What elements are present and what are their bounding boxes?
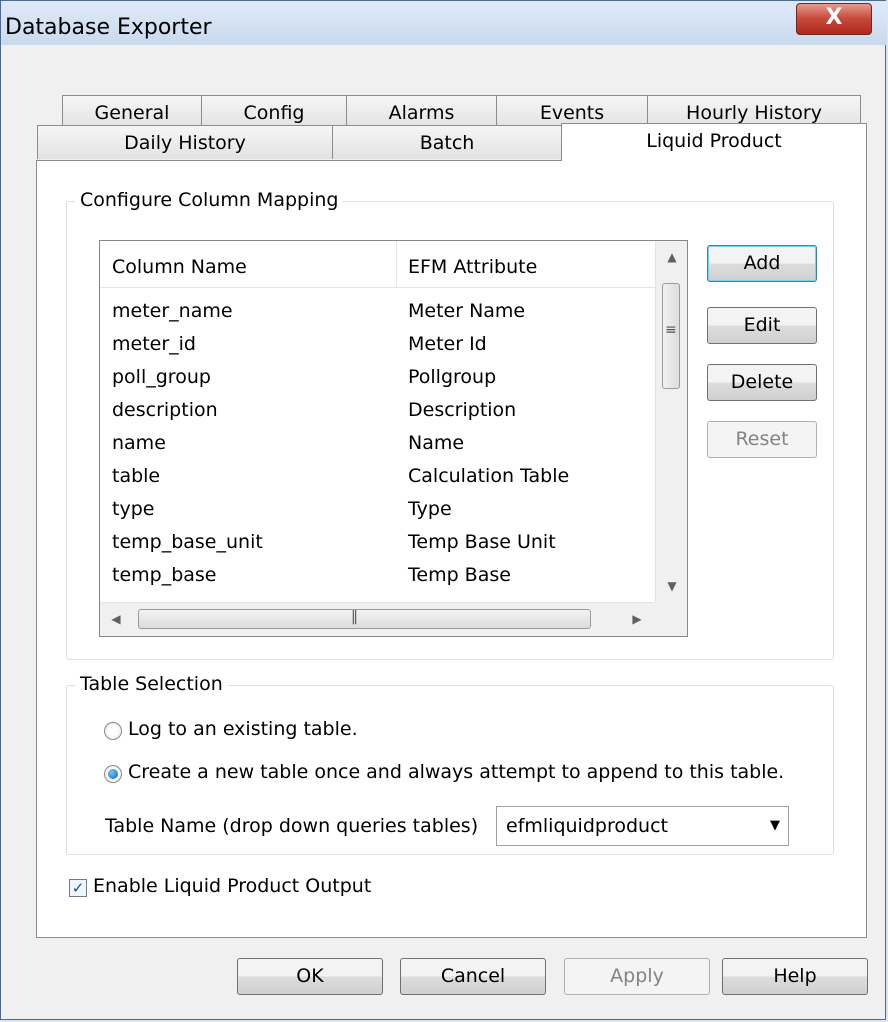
window-title: Database Exporter: [5, 15, 212, 40]
table-name-label: Table Name (drop down queries tables): [105, 815, 479, 837]
tab-batch[interactable]: Batch: [332, 125, 562, 159]
enable-output-checkbox[interactable]: ✓: [69, 879, 87, 897]
scrollbar-corner: [655, 602, 687, 636]
table-row[interactable]: name Name: [100, 427, 655, 460]
table-row[interactable]: type Type: [100, 493, 655, 526]
table-name-combobox[interactable]: efmliquidproduct ▼: [496, 806, 789, 846]
tab-daily-history[interactable]: Daily History: [37, 125, 333, 159]
cell-efm-attribute: Description: [408, 399, 517, 421]
cell-efm-attribute: Temp Base: [408, 564, 511, 586]
delete-button[interactable]: Delete: [707, 364, 817, 401]
header-column-name[interactable]: Column Name: [100, 241, 247, 287]
radio-create-table[interactable]: [104, 765, 122, 783]
cell-efm-attribute: Meter Name: [408, 300, 526, 322]
scroll-right-arrow-icon[interactable]: ▶: [621, 603, 653, 635]
column-mapping-title: Configure Column Mapping: [75, 189, 344, 211]
horizontal-scroll-thumb[interactable]: ‖: [138, 609, 591, 629]
cell-column-name: table: [112, 465, 161, 487]
dropdown-arrow-icon[interactable]: ▼: [770, 807, 780, 845]
enable-output-label[interactable]: Enable Liquid Product Output: [93, 875, 371, 897]
cancel-button[interactable]: Cancel: [400, 958, 546, 995]
cell-column-name: temp_base: [112, 564, 217, 586]
cell-efm-attribute: Calculation Table: [408, 465, 570, 487]
header-efm-attribute[interactable]: EFM Attribute: [396, 241, 537, 287]
cell-column-name: poll_group: [112, 366, 211, 388]
reset-button[interactable]: Reset: [707, 421, 817, 458]
cell-efm-attribute: Name: [408, 432, 465, 454]
radio-existing-table[interactable]: [104, 722, 122, 740]
tab-config[interactable]: Config: [201, 95, 347, 129]
table-row[interactable]: poll_group Pollgroup: [100, 361, 655, 394]
cell-column-name: description: [112, 399, 218, 421]
cell-column-name: meter_id: [112, 333, 196, 355]
add-button[interactable]: Add: [707, 245, 817, 282]
vertical-scrollbar[interactable]: ▲ ≡ ▼: [655, 241, 687, 602]
table-row[interactable]: description Description: [100, 394, 655, 427]
scroll-up-arrow-icon[interactable]: ▲: [656, 241, 688, 273]
radio-create-table-label[interactable]: Create a new table once and always attem…: [128, 761, 784, 783]
cell-column-name: type: [112, 498, 155, 520]
cell-efm-attribute: Meter Id: [408, 333, 487, 355]
tab-alarms[interactable]: Alarms: [346, 95, 497, 129]
table-row[interactable]: meter_id Meter Id: [100, 328, 655, 361]
apply-button[interactable]: Apply: [564, 958, 710, 995]
cell-efm-attribute: Temp Base Unit: [408, 531, 556, 553]
tab-general[interactable]: General: [62, 95, 202, 129]
scroll-left-arrow-icon[interactable]: ◀: [100, 603, 132, 635]
table-row[interactable]: meter_name Meter Name: [100, 295, 655, 328]
close-button[interactable]: X: [796, 3, 872, 35]
grip-icon: ≡: [665, 322, 677, 338]
horizontal-scrollbar[interactable]: ◀ ‖ ▶: [100, 602, 655, 636]
table-selection-title: Table Selection: [75, 673, 228, 695]
help-button[interactable]: Help: [722, 958, 868, 995]
table-row[interactable]: temp_base_unit Temp Base Unit: [100, 526, 655, 559]
ok-button[interactable]: OK: [237, 958, 383, 995]
grip-icon: ‖: [351, 609, 358, 625]
cell-efm-attribute: Pollgroup: [408, 366, 497, 388]
column-mapping-list[interactable]: Column Name EFM Attribute meter_name Met…: [99, 240, 688, 637]
table-row[interactable]: temp_base Temp Base: [100, 559, 655, 592]
scroll-down-arrow-icon[interactable]: ▼: [656, 570, 688, 602]
edit-button[interactable]: Edit: [707, 307, 817, 344]
cell-efm-attribute: Type: [408, 498, 452, 520]
cell-column-name: temp_base_unit: [112, 531, 263, 553]
list-header: Column Name EFM Attribute: [100, 241, 655, 288]
cell-column-name: meter_name: [112, 300, 233, 322]
title-bar: Database Exporter X: [1, 1, 887, 45]
radio-existing-table-label[interactable]: Log to an existing table.: [128, 718, 358, 740]
cell-column-name: name: [112, 432, 166, 454]
tab-liquid-product[interactable]: Liquid Product: [561, 123, 867, 161]
table-row[interactable]: table Calculation Table: [100, 460, 655, 493]
table-name-value: efmliquidproduct: [506, 815, 668, 837]
vertical-scroll-thumb[interactable]: ≡: [662, 283, 680, 389]
close-icon: X: [825, 5, 843, 30]
